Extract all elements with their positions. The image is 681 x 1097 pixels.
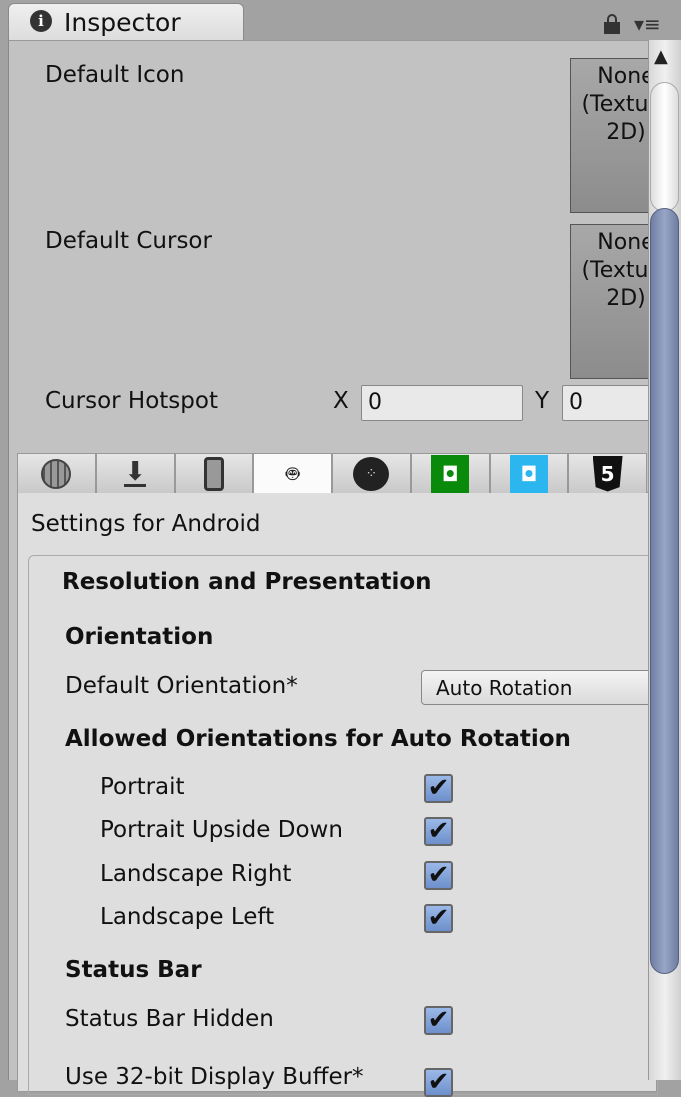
portrait-upside-down-label: Portrait Upside Down — [100, 817, 343, 843]
status-bar-hidden-label: Status Bar Hidden — [65, 1006, 274, 1032]
status-bar-header: Status Bar — [65, 957, 202, 983]
resolution-header[interactable]: Resolution and Presentation — [62, 569, 432, 595]
platform-tab-standalone[interactable] — [17, 453, 96, 493]
portrait-upside-down-checkbox[interactable]: ✔ — [424, 817, 453, 846]
platform-tab-windows-store-green[interactable]: ◘ — [410, 453, 490, 493]
orientation-header: Orientation — [65, 624, 214, 650]
platform-tab-blackberry[interactable]: ⁘ — [332, 453, 411, 493]
portrait-checkbox[interactable]: ✔ — [424, 774, 453, 803]
scrollbar-track-upper[interactable] — [650, 82, 679, 212]
info-icon: i — [30, 10, 52, 32]
default-cursor-field[interactable]: None (Texture 2D) — [570, 224, 650, 379]
menu-icon[interactable]: ▾≡ — [634, 12, 661, 36]
html5-icon: 5 — [592, 455, 623, 492]
inspector-tab-title: Inspector — [64, 8, 181, 37]
lock-icon[interactable] — [604, 14, 620, 34]
platform-tab-webgl[interactable]: 5 — [568, 453, 647, 493]
default-cursor-label: Default Cursor — [45, 228, 212, 254]
default-icon-field[interactable]: None (Texture 2D) — [570, 58, 650, 213]
use-32bit-buffer-label: Use 32-bit Display Buffer* — [65, 1064, 364, 1090]
hotspot-y-label: Y — [535, 388, 550, 414]
android-icon: 🤖︎ — [286, 461, 300, 487]
hotspot-x-label: X — [333, 388, 349, 414]
use-32bit-buffer-checkbox[interactable]: ✔ — [424, 1068, 453, 1097]
platform-tab-windows-store-blue[interactable]: ◘ — [489, 453, 569, 493]
allowed-orientations-header: Allowed Orientations for Auto Rotation — [65, 726, 571, 752]
scroll-up-arrow-icon[interactable]: ▲ — [654, 46, 668, 67]
default-orientation-label: Default Orientation* — [65, 673, 298, 699]
cursor-hotspot-label: Cursor Hotspot — [45, 388, 218, 414]
portrait-label: Portrait — [100, 774, 185, 800]
status-bar-hidden-checkbox[interactable]: ✔ — [424, 1006, 453, 1035]
landscape-left-checkbox[interactable]: ✔ — [424, 904, 453, 933]
landscape-right-checkbox[interactable]: ✔ — [424, 861, 453, 890]
platform-tab-ios[interactable] — [174, 453, 254, 493]
scrollbar-thumb[interactable] — [650, 208, 679, 974]
settings-title: Settings for Android — [31, 511, 261, 537]
blackberry-icon: ⁘ — [353, 456, 390, 491]
landscape-right-label: Landscape Right — [100, 861, 292, 887]
globe-icon — [41, 458, 72, 489]
hotspot-y-input[interactable]: 0 — [562, 385, 662, 421]
platform-tab-android[interactable]: 🤖︎ — [253, 453, 332, 493]
hotspot-x-input[interactable]: 0 — [361, 385, 523, 421]
platform-tab-download[interactable]: ⬇ — [95, 453, 175, 493]
default-icon-label: Default Icon — [45, 62, 185, 88]
store-icon: ◘ — [431, 454, 470, 493]
platform-tabs: ⬇ 🤖︎ ⁘ ◘ ◘ 5 — [17, 453, 647, 493]
store-icon: ◘ — [509, 454, 548, 493]
default-orientation-dropdown[interactable]: Auto Rotation — [421, 670, 661, 705]
phone-icon — [203, 456, 224, 491]
landscape-left-label: Landscape Left — [100, 904, 275, 930]
download-icon: ⬇ — [124, 457, 147, 487]
